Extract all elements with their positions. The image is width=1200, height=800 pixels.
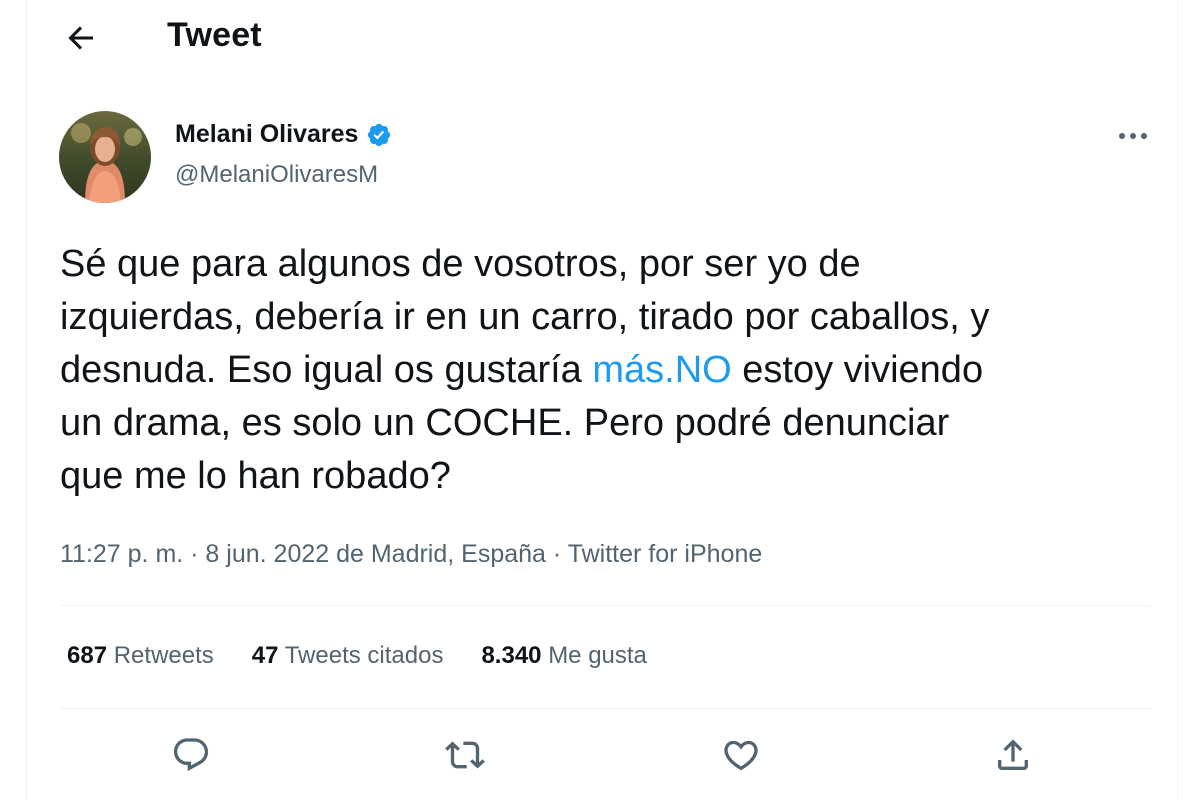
like-icon — [724, 740, 758, 771]
share-icon — [998, 739, 1028, 770]
reply-icon — [173, 738, 209, 772]
avatar[interactable] — [59, 111, 151, 203]
tweet-link[interactable]: más.NO — [592, 349, 731, 391]
retweet-icon — [445, 741, 485, 769]
retweets-label: Retweets — [113, 642, 214, 669]
divider — [60, 708, 1151, 709]
quotes-stat[interactable]: 47 Tweets citados — [252, 642, 444, 670]
reply-button[interactable] — [171, 735, 211, 775]
avatar-photo — [59, 111, 151, 203]
tweet-meta[interactable]: 11:27 p. m. · 8 jun. 2022 de Madrid, Esp… — [60, 540, 762, 569]
retweets-count: 687 — [67, 642, 108, 669]
like-button[interactable] — [721, 735, 761, 775]
page-title: Tweet — [167, 16, 262, 54]
more-options-button[interactable] — [1117, 130, 1149, 142]
tweet-actions — [27, 725, 1177, 785]
share-button[interactable] — [993, 735, 1033, 775]
author-handle[interactable]: @MelaniOlivaresM — [175, 161, 378, 189]
divider — [60, 605, 1151, 606]
likes-label: Me gusta — [548, 642, 647, 669]
retweet-button[interactable] — [445, 735, 485, 775]
likes-stat[interactable]: 8.340 Me gusta — [481, 642, 646, 670]
back-button[interactable] — [63, 20, 99, 56]
quotes-label: Tweets citados — [284, 642, 444, 669]
tweet-text: Sé que para algunos de vosotros, por ser… — [60, 238, 1150, 503]
tweet-page: Tweet Melani Olivares @MelaniOlivaresM S… — [26, 0, 1178, 800]
author-name[interactable]: Melani Olivares — [175, 120, 358, 149]
arrow-left-icon — [68, 26, 93, 50]
quotes-count: 47 — [251, 642, 279, 669]
likes-count: 8.340 — [481, 642, 542, 669]
author-row: Melani Olivares — [175, 120, 392, 149]
verified-badge-icon — [366, 122, 392, 148]
tweet-stats: 687 Retweets 47 Tweets citados 8.340 Me … — [67, 642, 685, 670]
more-horizontal-icon — [1119, 133, 1147, 139]
page-header: Tweet — [27, 0, 1177, 78]
retweets-stat[interactable]: 687 Retweets — [67, 642, 214, 670]
